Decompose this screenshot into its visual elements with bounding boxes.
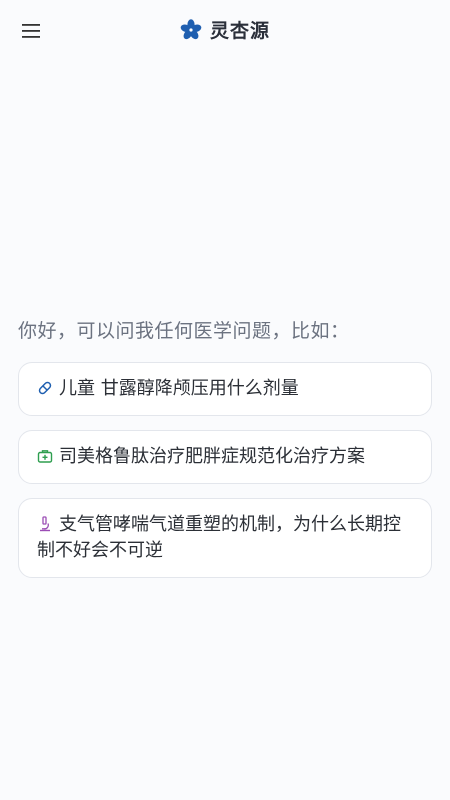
greeting-text: 你好，可以问我任何医学问题，比如： bbox=[18, 320, 350, 342]
suggestion-card-treatment[interactable]: 司美格鲁肽治疗肥胖症规范化治疗方案 bbox=[18, 430, 432, 484]
app-root: 灵杏源 你好，可以问我任何医学问题，比如： 儿童 甘露醇降颅压用什么剂量 司美格… bbox=[0, 0, 450, 800]
flower-logo-icon bbox=[180, 18, 202, 39]
app-title: 灵杏源 bbox=[209, 20, 270, 42]
suggestion-card-dosage[interactable]: 儿童 甘露醇降颅压用什么剂量 bbox=[18, 362, 432, 416]
suggestion-card-mechanism[interactable]: 支气管哮喘气道重塑的机制，为什么长期控制不好会不可逆 bbox=[18, 498, 432, 578]
suggestion-text: 司美格鲁肽治疗肥胖症规范化治疗方案 bbox=[59, 446, 365, 467]
suggestion-list: 儿童 甘露醇降颅压用什么剂量 司美格鲁肽治疗肥胖症规范化治疗方案 支气管哮喘气道… bbox=[18, 362, 432, 592]
pill-icon bbox=[38, 381, 52, 395]
medical-kit-icon bbox=[37, 450, 53, 463]
suggestion-text: 支气管哮喘气道重塑的机制，为什么长期控制不好会不可逆 bbox=[37, 514, 401, 561]
microscope-icon bbox=[40, 516, 50, 532]
top-bar: 灵杏源 bbox=[0, 0, 450, 60]
brand: 灵杏源 bbox=[0, 16, 450, 43]
suggestion-text: 儿童 甘露醇降颅压用什么剂量 bbox=[59, 378, 299, 399]
